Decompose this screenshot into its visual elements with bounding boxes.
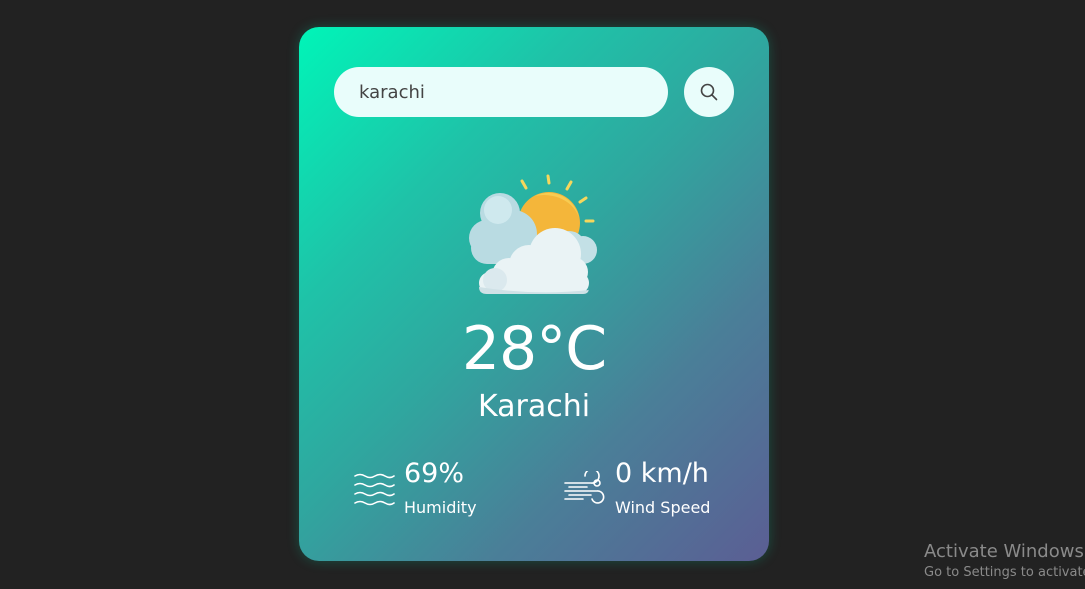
watermark-subtitle: Go to Settings to activate Windows. xyxy=(924,565,1085,580)
weather-card: 28°C Karachi 69% Humidity xyxy=(299,27,769,561)
partly-cloudy-sun-icon xyxy=(469,174,597,294)
humidity-label: Humidity xyxy=(404,498,477,517)
temperature-value: 28°C xyxy=(461,314,607,384)
wind-value: 0 km/h xyxy=(615,458,709,489)
humidity-waves-icon xyxy=(354,473,395,506)
search-input[interactable] xyxy=(334,67,668,117)
search-icon xyxy=(700,83,718,101)
page: 28°C Karachi 69% Humidity xyxy=(0,0,1085,589)
city-name: Karachi xyxy=(477,389,591,424)
search-button[interactable] xyxy=(684,67,734,117)
wind-icon xyxy=(564,471,605,504)
search-bar xyxy=(334,67,734,117)
wind-label: Wind Speed xyxy=(615,498,711,517)
humidity-value: 69% xyxy=(404,458,465,489)
activate-windows-watermark: Activate Windows Go to Settings to activ… xyxy=(924,541,1085,583)
watermark-title: Activate Windows xyxy=(924,541,1084,562)
wind-detail: 0 km/h Wind Speed xyxy=(563,457,743,527)
humidity-detail: 69% Humidity xyxy=(353,457,513,527)
